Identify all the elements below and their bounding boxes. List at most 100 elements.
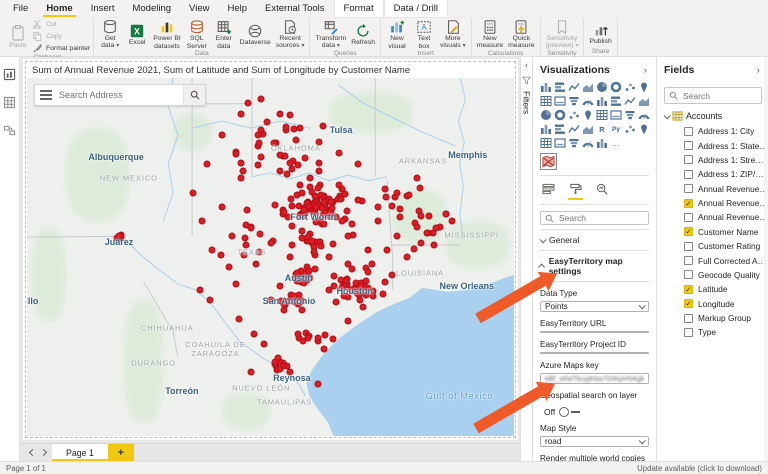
new-page-button[interactable]: + (108, 444, 134, 461)
data-type-dropdown[interactable]: Points (540, 301, 649, 312)
decomposition-tree-visual-button[interactable] (568, 137, 580, 149)
power-bi-datasets-button[interactable]: Power BI datasets (151, 19, 183, 50)
easyterritory-visual-button[interactable] (540, 153, 557, 170)
clustered-column-visual-button[interactable] (582, 81, 594, 93)
sensitivity-preview-button[interactable]: Sensitivity (preview) ▾ (544, 19, 581, 50)
copy-button[interactable]: Copy (32, 31, 90, 42)
ribbon-tab-format[interactable]: Format (335, 0, 383, 17)
collapse-visualizations-icon[interactable]: › (644, 65, 649, 76)
filters-pane-title[interactable]: Filters (522, 91, 532, 114)
more-options-visual-button[interactable]: … (610, 137, 622, 149)
easyterritory-project-id-input[interactable] (540, 352, 649, 354)
map-style-dropdown[interactable]: road (540, 436, 649, 447)
format-painter-button[interactable]: Format painter (32, 43, 90, 54)
new-visual-button[interactable]: New visual (384, 19, 410, 50)
stacked-column-visual-button[interactable] (554, 81, 566, 93)
pie-visual-button[interactable] (638, 95, 650, 107)
r-script-visual-button[interactable]: R (596, 123, 608, 135)
search-button[interactable] (183, 85, 205, 105)
field-customer-name[interactable]: ✓Customer Name (664, 225, 768, 239)
data-view-button[interactable] (2, 95, 18, 109)
get-data-button[interactable]: Get data ▾ (97, 19, 123, 50)
stacked-bar-visual-button[interactable] (540, 81, 552, 93)
field-checkbox[interactable] (684, 328, 693, 337)
sql-server-button[interactable]: SQL Server (184, 19, 210, 50)
tab-format[interactable] (569, 183, 582, 200)
ribbon-tab-insert[interactable]: Insert (82, 0, 124, 17)
python-visual-button[interactable]: Py (610, 123, 622, 135)
collapse-fields-icon[interactable]: › (757, 65, 762, 76)
field-full-corrected-address[interactable]: Full Corrected Address (664, 253, 768, 267)
filled-map-visual-button[interactable] (582, 109, 594, 121)
field-checkbox[interactable] (684, 213, 693, 222)
field-checkbox[interactable] (684, 242, 693, 251)
update-available-link[interactable]: Update available (click to download) (637, 464, 762, 473)
easyterritory-url-input[interactable] (540, 331, 649, 333)
field-address-1-street-1[interactable]: Address 1: Street 1 (664, 153, 768, 167)
new-measure-button[interactable]: New measure (475, 19, 505, 50)
field-annual-revenue-2020[interactable]: Annual Revenue 2020 (664, 182, 768, 196)
ribbon-tab-help[interactable]: Help (218, 0, 256, 17)
table-accounts[interactable]: Accounts (664, 108, 768, 124)
ribbon-tab-home[interactable]: Home (37, 0, 81, 17)
funnel-visual-button[interactable] (610, 95, 622, 107)
field-geocode-quality[interactable]: Geocode Quality (664, 268, 768, 282)
power-apps-visual-button[interactable] (540, 137, 552, 149)
field-checkbox[interactable] (684, 155, 693, 164)
map-visual[interactable]: Sum of Annual Revenue 2021, Sum of Latit… (25, 61, 516, 438)
model-view-button[interactable] (2, 123, 18, 137)
field-checkbox[interactable]: ✓ (684, 299, 693, 308)
format-search-input[interactable] (557, 212, 644, 224)
field-checkbox[interactable] (684, 256, 693, 265)
field-checkbox[interactable]: ✓ (684, 285, 693, 294)
paste-button[interactable]: Paste (5, 24, 31, 49)
ribbon-tab-external-tools[interactable]: External Tools (256, 0, 334, 17)
transform-data-button[interactable]: Transform data ▾ (313, 19, 348, 50)
page-nav-arrows[interactable] (24, 444, 52, 461)
section-general[interactable]: General (540, 229, 649, 250)
gauge-visual-button[interactable] (624, 109, 636, 121)
field-annual-revenue-percent-2[interactable]: Annual Revenue Percent 2... (664, 210, 768, 224)
matrix-visual-button[interactable] (582, 123, 594, 135)
field-checkbox[interactable] (684, 314, 693, 323)
field-checkbox[interactable] (684, 270, 693, 279)
field-latitude[interactable]: ✓Latitude (664, 282, 768, 296)
kpi-visual-button[interactable] (554, 123, 566, 135)
address-search-input[interactable] (57, 89, 183, 101)
key-influencers-visual-button[interactable] (582, 137, 594, 149)
ribbon-tab-modeling[interactable]: Modeling (123, 0, 180, 17)
ribbon-tab-view[interactable]: View (180, 0, 218, 17)
card-visual-button[interactable] (638, 109, 650, 121)
geospatial-search-toggle[interactable]: Off (540, 407, 649, 417)
100-stacked-bar-visual-button[interactable] (596, 81, 608, 93)
stacked-area-visual-button[interactable] (554, 95, 566, 107)
refresh-button[interactable]: Refresh (349, 23, 377, 46)
field-checkbox[interactable] (684, 141, 693, 150)
menu-icon[interactable] (35, 90, 57, 100)
field-checkbox[interactable]: ✓ (684, 227, 693, 236)
field-address-1-zip-postal-code[interactable]: Address 1: ZIP/Postal Code (664, 167, 768, 181)
fields-scrollbar[interactable] (764, 57, 768, 461)
field-customer-rating[interactable]: Customer Rating (664, 239, 768, 253)
dataverse-button[interactable]: Dataverse (238, 23, 273, 46)
shape-map-visual-button[interactable] (596, 109, 608, 121)
waterfall-visual-button[interactable] (596, 95, 608, 107)
100-stacked-column-visual-button[interactable] (610, 81, 622, 93)
report-view-button[interactable] (2, 67, 18, 81)
recent-sources-button[interactable]: Recent sources ▾ (274, 19, 307, 50)
line-stacked-column-visual-button[interactable] (568, 95, 580, 107)
donut-visual-button[interactable] (540, 109, 552, 121)
field-annual-revenue-2021[interactable]: ✓Annual Revenue 2021 (664, 196, 768, 210)
q-and-a-visual-button[interactable] (554, 137, 566, 149)
field-address-1-state-province[interactable]: Address 1: State/Province (664, 138, 768, 152)
tab-analytics[interactable] (596, 183, 609, 200)
fields-search-input[interactable] (681, 90, 757, 102)
multi-row-card-visual-button[interactable] (540, 123, 552, 135)
cut-button[interactable]: Cut (32, 19, 90, 30)
enter-data-button[interactable]: Enter data (211, 19, 237, 50)
area-chart-visual-button[interactable] (540, 95, 552, 107)
more-visuals-button[interactable]: More visuals ▾ (438, 19, 468, 50)
ribbon-chart-visual-button[interactable] (624, 81, 636, 93)
scatter-visual-button[interactable] (624, 95, 636, 107)
ribbon-tab-file[interactable]: File (4, 0, 37, 17)
